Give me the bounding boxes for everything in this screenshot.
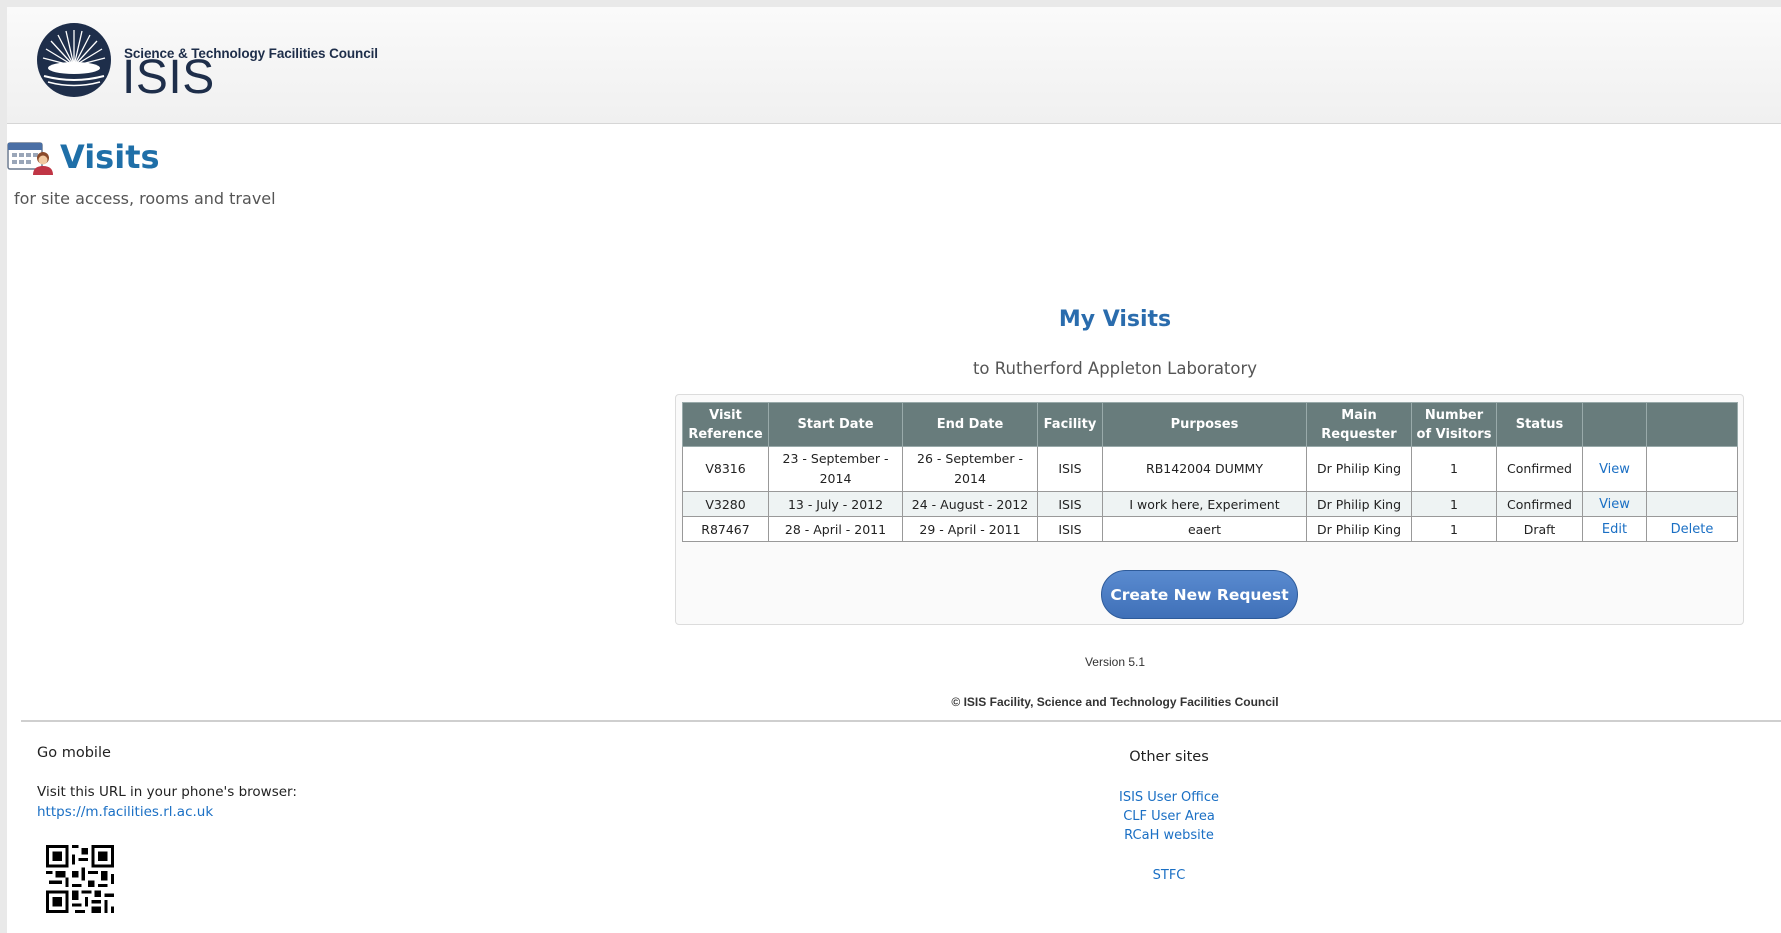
main-requester: Dr Philip King: [1306, 446, 1412, 492]
delete-link[interactable]: Delete: [1671, 522, 1714, 537]
action-cell: Edit: [1582, 516, 1647, 542]
table-row: V8316 23 - September - 2014 26 - Septemb…: [682, 446, 1738, 492]
view-link[interactable]: View: [1599, 497, 1630, 512]
start-date: 13 - July - 2012: [768, 491, 903, 517]
start-date: 28 - April - 2011: [768, 516, 903, 542]
column-header: Visit Reference: [682, 402, 769, 447]
column-header: [1646, 402, 1738, 447]
edit-link[interactable]: Edit: [1602, 522, 1627, 537]
visits-table: Visit Reference Start Date End Date Faci…: [682, 402, 1738, 542]
facility: ISIS: [1037, 491, 1103, 517]
qr-code-icon: [46, 845, 114, 913]
column-header: Status: [1496, 402, 1583, 447]
create-new-request-button[interactable]: Create New Request: [1101, 570, 1298, 619]
end-date: 29 - April - 2011: [902, 516, 1038, 542]
facility: ISIS: [1037, 446, 1103, 492]
table-row: V3280 13 - July - 2012 24 - August - 201…: [682, 491, 1738, 517]
page-subtitle: for site access, rooms and travel: [14, 189, 276, 208]
end-date: 26 - September - 2014: [902, 446, 1038, 492]
table-row: R87467 28 - April - 2011 29 - April - 20…: [682, 516, 1738, 542]
rcah-website-link[interactable]: RCaH website: [1069, 828, 1269, 843]
number-of-visitors: 1: [1411, 446, 1497, 492]
status: Confirmed: [1496, 491, 1583, 517]
action-cell: Delete: [1646, 516, 1738, 542]
column-header: [1582, 402, 1647, 447]
page: Science & Technology Facilities Council …: [7, 7, 1781, 933]
main-requester: Dr Philip King: [1306, 516, 1412, 542]
footer-divider: [21, 720, 1781, 722]
my-visits-panel: Visit Reference Start Date End Date Faci…: [675, 394, 1744, 625]
facility: ISIS: [1037, 516, 1103, 542]
logo-isis-text: ISIS: [122, 51, 215, 104]
view-link[interactable]: View: [1599, 462, 1630, 477]
column-header: Main Requester: [1306, 402, 1412, 447]
isis-sunburst-icon: [37, 23, 111, 97]
mobile-site-link[interactable]: https://m.facilities.rl.ac.uk: [37, 804, 213, 820]
table-header-row: Visit Reference Start Date End Date Faci…: [682, 402, 1738, 447]
stfc-link[interactable]: STFC: [1069, 868, 1269, 883]
my-visits-subheading: to Rutherford Appleton Laboratory: [972, 359, 1258, 378]
status: Confirmed: [1496, 446, 1583, 492]
copyright-text: © ISIS Facility, Science and Technology …: [951, 695, 1279, 709]
go-mobile-heading: Go mobile: [37, 745, 111, 761]
clf-user-area-link[interactable]: CLF User Area: [1069, 809, 1269, 824]
number-of-visitors: 1: [1411, 491, 1497, 517]
page-title: Visits: [60, 138, 160, 176]
my-visits-heading: My Visits: [1058, 307, 1172, 332]
main-requester: Dr Philip King: [1306, 491, 1412, 517]
version-text: Version 5.1: [1084, 655, 1146, 669]
isis-logo[interactable]: Science & Technology Facilities Council …: [36, 22, 406, 112]
status: Draft: [1496, 516, 1583, 542]
column-header: End Date: [902, 402, 1038, 447]
action-cell: View: [1582, 446, 1647, 492]
start-date: 23 - September - 2014: [768, 446, 903, 492]
isis-user-office-link[interactable]: ISIS User Office: [1069, 790, 1269, 805]
column-header: Facility: [1037, 402, 1103, 447]
calendar-visitor-icon: [7, 142, 53, 175]
column-header: Start Date: [768, 402, 903, 447]
purposes: RB142004 DUMMY: [1102, 446, 1307, 492]
number-of-visitors: 1: [1411, 516, 1497, 542]
visit-reference: R87467: [682, 516, 769, 542]
action-cell: [1646, 491, 1738, 517]
site-header: Science & Technology Facilities Council …: [7, 7, 1781, 124]
column-header: Purposes: [1102, 402, 1307, 447]
go-mobile-instructions: Visit this URL in your phone's browser:: [37, 784, 297, 800]
column-header: Number of Visitors: [1411, 402, 1497, 447]
visit-reference: V8316: [682, 446, 769, 492]
purposes: eaert: [1102, 516, 1307, 542]
other-sites-heading: Other sites: [1129, 749, 1209, 765]
purposes: I work here, Experiment: [1102, 491, 1307, 517]
action-cell: [1646, 446, 1738, 492]
visit-reference: V3280: [682, 491, 769, 517]
end-date: 24 - August - 2012: [902, 491, 1038, 517]
action-cell: View: [1582, 491, 1647, 517]
